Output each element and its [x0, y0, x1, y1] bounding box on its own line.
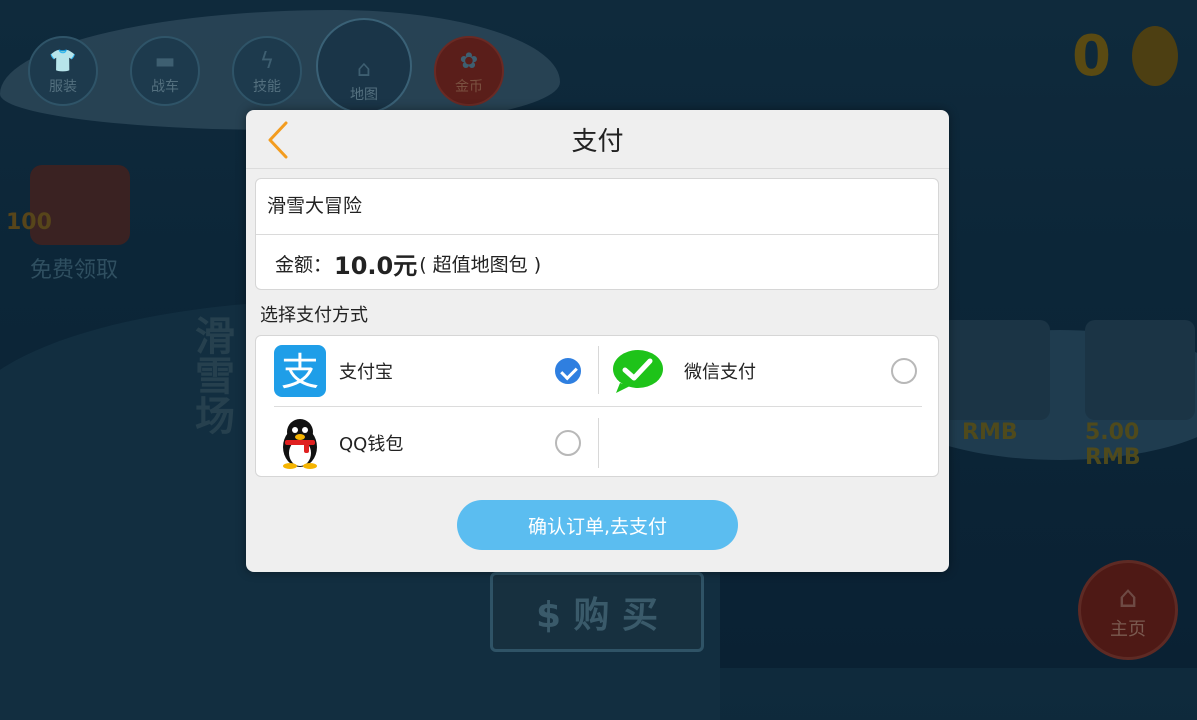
method-label: 微信支付: [684, 362, 756, 383]
home-button: ⌂ 主页: [1078, 560, 1178, 660]
home-label: 主页: [1110, 618, 1146, 640]
gift-count: 100: [6, 210, 52, 235]
confirm-pay-button[interactable]: 确认订单,去支付: [457, 500, 738, 550]
nav-label: 金币: [455, 79, 483, 95]
method-wechat[interactable]: 微信支付: [612, 336, 926, 406]
wechat-radio[interactable]: [891, 358, 917, 384]
method-label: 支付宝: [339, 362, 393, 383]
nav-label: 战车: [151, 79, 179, 95]
vertical-title: 滑雪场: [188, 315, 234, 435]
back-button[interactable]: [258, 118, 298, 162]
dialog-header: 支付: [246, 110, 949, 169]
coin-icon: ✿: [459, 49, 479, 74]
order-summary: 滑雪大冒险 金额： 10.0元 ( 超值地图包 ): [255, 178, 939, 290]
score-counter: 0: [1072, 24, 1111, 89]
house-icon: ⌂: [357, 57, 371, 82]
dialog-title: 支付: [571, 126, 624, 157]
chevron-left-icon: [268, 121, 288, 159]
vehicle-icon: ▬: [154, 49, 176, 74]
coin-icon: [1132, 26, 1178, 86]
nav-label: 地图: [350, 87, 378, 103]
payment-method-label: 选择支付方式: [260, 305, 368, 326]
shop-card: [940, 320, 1050, 420]
nav-label: 技能: [253, 79, 281, 95]
qq-wallet-radio[interactable]: [555, 430, 581, 456]
price-tag: RMB: [962, 420, 1018, 445]
product-name: 滑雪大冒险: [256, 179, 938, 235]
amount-value: 10.0元: [334, 251, 418, 280]
price-tag: 5.00 RMB: [1085, 420, 1141, 470]
qq-penguin-icon: [283, 419, 317, 469]
method-qq-wallet[interactable]: QQ钱包: [274, 408, 600, 478]
method-label: QQ钱包: [339, 434, 404, 455]
alipay-icon: 支: [274, 345, 326, 397]
divider: [274, 406, 922, 407]
order-amount-row: 金额： 10.0元 ( 超值地图包 ): [256, 235, 938, 291]
nav-map-button: ⌂ 地图: [316, 18, 412, 114]
svg-text:支: 支: [281, 350, 319, 394]
alipay-radio[interactable]: [555, 358, 581, 384]
nav-coin-button: ✿ 金币: [434, 36, 504, 106]
payment-dialog: 支付 滑雪大冒险 金额： 10.0元 ( 超值地图包 ) 选择支付方式 支 支付…: [246, 110, 949, 572]
nav-clothing-button: 👕 服装: [28, 36, 98, 106]
nav-label: 服装: [49, 79, 77, 95]
shirt-icon: 👕: [49, 49, 77, 74]
house-icon: ⌂: [1118, 579, 1138, 615]
divider: [598, 418, 599, 468]
wechat-icon: [613, 350, 663, 393]
nav-skill-button: ϟ 技能: [232, 36, 302, 106]
free-claim-text: 免费领取: [30, 258, 119, 283]
payment-methods: 支 支付宝 微信支付 QQ钱包: [255, 335, 939, 477]
shop-card: [1085, 320, 1195, 420]
method-alipay[interactable]: 支 支付宝: [274, 336, 600, 406]
amount-note: ( 超值地图包 ): [419, 253, 542, 276]
nav-vehicle-button: ▬ 战车: [130, 36, 200, 106]
lightning-icon: ϟ: [259, 49, 275, 74]
divider: [598, 346, 599, 394]
buy-button: $ 购 买: [490, 572, 704, 652]
amount-prefix: 金额：: [275, 253, 333, 276]
